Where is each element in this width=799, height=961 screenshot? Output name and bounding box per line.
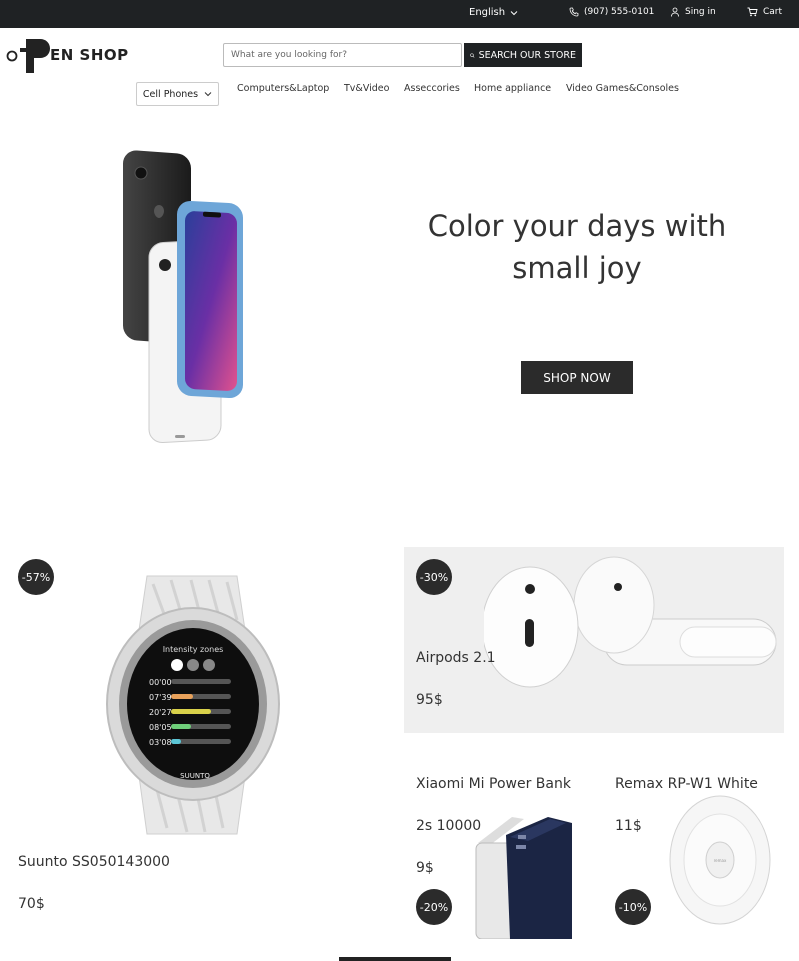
shop-now-button[interactable]: SHOP NOW [521, 361, 633, 394]
signin-link[interactable]: Sing in [670, 7, 716, 17]
product-name[interactable]: Suunto SS050143000 [18, 854, 170, 870]
phone-number: (907) 555-0101 [584, 7, 655, 17]
cart-label: Cart [763, 7, 783, 17]
product-name[interactable]: Remax RP-W1 White [615, 776, 758, 792]
product-name[interactable]: Airpods 2.1 [416, 650, 496, 666]
watch-time-1: 00'00 [149, 678, 172, 687]
nav-link-home-appliance[interactable]: Home appliance [474, 83, 551, 94]
product-name-line1[interactable]: Xiaomi Mi Power Bank [416, 776, 571, 792]
remax-image: remax [669, 795, 771, 925]
discount-badge: -57% [18, 559, 54, 595]
logo-mark-icon [6, 39, 50, 73]
top-bar: English (907) 555-0101 Sing in Cart [0, 0, 799, 28]
watch-screen-title: Intensity zones [163, 645, 224, 654]
search-button-label: SEARCH OUR STORE [478, 49, 576, 61]
product-name-line2[interactable]: 2s 10000 [416, 818, 481, 834]
svg-text:remax: remax [714, 858, 727, 863]
product-price: 95$ [416, 692, 443, 708]
language-label: English [469, 7, 506, 18]
chevron-down-icon [510, 10, 518, 15]
logo[interactable]: EN SHOP [6, 35, 128, 75]
phone-icon [569, 7, 579, 17]
watch-time-5: 03'08 [149, 738, 172, 747]
discount-badge: -10% [615, 889, 651, 925]
category-select[interactable]: Cell Phones [136, 82, 219, 106]
nav-link-video-games[interactable]: Video Games&Consoles [566, 83, 679, 94]
watch-time-3: 20'27 [149, 708, 172, 717]
product-price: 11$ [615, 818, 642, 834]
watch-time-4: 08'05 [149, 723, 172, 732]
airpods-image [484, 556, 777, 688]
discount-badge: -20% [416, 889, 452, 925]
category-select-label: Cell Phones [142, 88, 199, 100]
search-button[interactable]: SEARCH OUR STORE [464, 43, 582, 67]
nav-link-tv-video[interactable]: Tv&Video [344, 83, 389, 94]
nav-link-computers[interactable]: Computers&Laptop [237, 83, 329, 94]
signin-label: Sing in [685, 7, 716, 17]
product-price: 9$ [416, 860, 434, 876]
hero-title: Color your days with small joy [420, 205, 734, 289]
hero-phones-image [123, 150, 243, 444]
search-icon [470, 52, 475, 58]
language-select[interactable]: English [469, 7, 518, 18]
chevron-down-icon [204, 92, 212, 97]
bottom-button-edge[interactable] [339, 957, 451, 961]
cart-icon [747, 7, 758, 17]
hero-title-line2: small joy [512, 251, 642, 285]
user-icon [671, 7, 679, 17]
logo-text: EN SHOP [50, 46, 129, 64]
cart-link[interactable]: Cart [747, 7, 782, 17]
product-card-airpods[interactable]: -30% Airpods 2.1 95$ [404, 547, 784, 733]
search-input[interactable] [223, 43, 462, 67]
watch-brand: SUUNTO [180, 772, 210, 780]
watch-time-2: 07'39 [149, 693, 172, 702]
power-bank-image [475, 817, 572, 939]
watch-image: Intensity zones 00'00 07'39 20'27 08'05 … [106, 575, 280, 835]
nav-link-accessories[interactable]: Asseccories [404, 83, 460, 94]
hero-title-line1: Color your days with [427, 209, 727, 243]
product-price: 70$ [18, 896, 45, 912]
phone-link[interactable]: (907) 555-0101 [569, 7, 654, 17]
discount-badge: -30% [416, 559, 452, 595]
